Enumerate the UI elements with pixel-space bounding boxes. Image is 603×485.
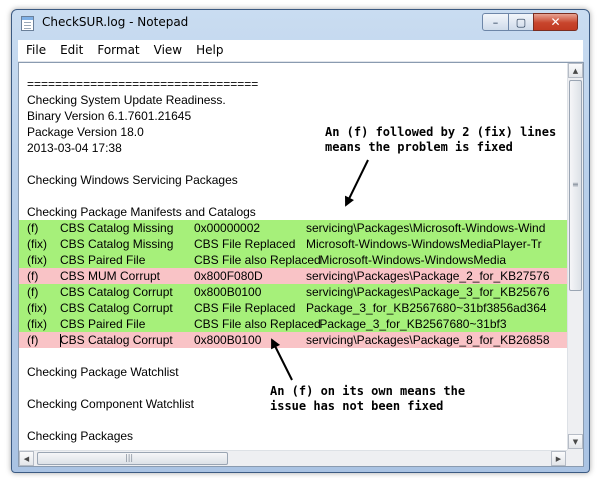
text-line <box>19 188 567 204</box>
row-code: CBS File Replaced <box>194 237 296 251</box>
line-text: 2013-03-04 17:38 <box>27 141 122 155</box>
size-grip[interactable] <box>567 450 583 466</box>
scroll-left-button[interactable]: ◀ <box>19 451 34 466</box>
line-text: Checking Package Manifests and Catalogs <box>27 205 256 219</box>
close-button[interactable]: ✕ <box>533 13 578 31</box>
menu-edit[interactable]: Edit <box>53 40 90 61</box>
line-text: Checking System Update Readiness. <box>27 93 226 107</box>
row-name: CBS Catalog Missing <box>60 237 174 251</box>
row-tag: (fix) <box>27 317 47 331</box>
horizontal-grip-icon: ||| <box>125 453 134 462</box>
menu-help[interactable]: Help <box>189 40 230 61</box>
row-path: servicing\Packages\Package_2_for_KB27576 <box>306 269 550 283</box>
text-line <box>19 412 567 428</box>
row-path: servicing\Packages\Package_3_for_KB25676 <box>306 285 550 299</box>
row-tag: (fix) <box>27 237 47 251</box>
maximize-button[interactable]: ▢ <box>508 13 534 31</box>
text-line: Checking Package Manifests and Catalogs <box>19 204 567 220</box>
row-code: CBS File also Replaced <box>194 317 321 331</box>
scroll-right-button[interactable]: ▶ <box>551 451 566 466</box>
scroll-up-button[interactable]: ▲ <box>568 63 583 78</box>
text-line: ================================= <box>19 76 567 92</box>
row-tag: (f) <box>27 285 39 299</box>
line-text: Package Version 18.0 <box>27 125 144 139</box>
line-text: Checking Packages <box>27 429 134 443</box>
line-text: Checking Package Watchlist <box>27 365 179 379</box>
text-line: Checking Packages <box>19 428 567 444</box>
minimize-button[interactable]: – <box>482 13 509 31</box>
row-path: Package_3_for_KB2567680~31bf3856ad364 <box>306 301 547 315</box>
text-line: Binary Version 6.1.7601.21645 <box>19 108 567 124</box>
row-path: Microsoft-Windows-WindowsMediaPlayer-Tr <box>306 237 542 251</box>
log-row: (f) CBS Catalog Corrupt 0x800B0100 servicin… <box>19 284 567 300</box>
row-name: CBS Catalog Corrupt <box>60 301 173 315</box>
scroll-down-button[interactable]: ▼ <box>568 434 583 449</box>
row-name: CBS Paired File <box>60 317 146 331</box>
menu-file[interactable]: File <box>18 40 53 61</box>
text-line <box>19 156 567 172</box>
title-bar[interactable]: CheckSUR.log - Notepad – ▢ ✕ <box>12 10 589 36</box>
row-code: 0x00000002 <box>194 221 261 235</box>
row-name: CBS MUM Corrupt <box>60 269 161 283</box>
row-tag: (f) <box>27 269 39 283</box>
log-row: (fix) CBS Paired File CBS File also Replac… <box>19 316 567 332</box>
text-caret <box>60 334 61 347</box>
row-tag: (f) <box>27 221 39 235</box>
vertical-grip-icon: ≡ <box>572 180 579 189</box>
log-row: (f) CBS Catalog Missing 0x00000002 servicin… <box>19 220 567 236</box>
row-code: 0x800B0100 <box>194 285 262 299</box>
log-row: (f) CBS MUM Corrupt 0x800F080D servicing\Pa… <box>19 268 567 284</box>
menu-view[interactable]: View <box>147 40 189 61</box>
annotation-fixed: An (f) followed by 2 (fix) lines means t… <box>325 125 557 154</box>
text-line <box>19 348 567 364</box>
row-code: CBS File also Replaced <box>194 253 321 267</box>
row-path: servicing\Packages\Package_8_for_KB26858 <box>306 333 550 347</box>
text-line: Checking System Update Readiness. <box>19 92 567 108</box>
row-tag: (fix) <box>27 301 47 315</box>
window-title: CheckSUR.log - Notepad <box>42 15 189 29</box>
menu-format[interactable]: Format <box>90 40 146 61</box>
notepad-icon <box>21 16 34 31</box>
horizontal-scroll-thumb[interactable]: ||| <box>37 452 228 465</box>
row-name: CBS Catalog Corrupt <box>60 285 173 299</box>
row-path: servicing\Packages\Microsoft-Windows-Win… <box>306 221 546 235</box>
vertical-scroll-thumb[interactable]: ≡ <box>569 80 582 291</box>
row-path: Package_3_for_KB2567680~31bf3 <box>306 317 507 331</box>
row-code: 0x800F080D <box>194 269 263 283</box>
horizontal-scrollbar[interactable]: ◀ ||| ▶ <box>19 450 567 466</box>
menu-bar: File Edit Format View Help <box>18 40 583 62</box>
text-line: Checking Windows Servicing Packages <box>19 172 567 188</box>
log-row: (fix) CBS Paired File CBS File also Replac… <box>19 252 567 268</box>
line-text: Binary Version 6.1.7601.21645 <box>27 109 192 123</box>
row-name: CBS Paired File <box>60 253 146 267</box>
line-text: ================================= <box>27 77 259 91</box>
row-name: CBS Catalog Missing <box>60 221 174 235</box>
row-path: Microsoft-Windows-WindowsMedia <box>306 253 507 267</box>
log-row: (f) CBS Catalog Corrupt 0x800B0100 servicin… <box>19 332 567 348</box>
log-row: (fix) CBS Catalog Corrupt CBS File Replace… <box>19 300 567 316</box>
row-code: CBS File Replaced <box>194 301 296 315</box>
annotation-not-fixed: An (f) on its own means the issue has no… <box>270 384 466 413</box>
text-line: Checking Package Watchlist <box>19 364 567 380</box>
row-tag: (f) <box>27 333 39 347</box>
row-tag: (fix) <box>27 253 47 267</box>
line-text: Checking Component Watchlist <box>27 397 194 411</box>
row-name: CBS Catalog Corrupt <box>60 333 173 347</box>
line-text: Checking Windows Servicing Packages <box>27 173 238 187</box>
row-code: 0x800B0100 <box>194 333 262 347</box>
log-row: (fix) CBS Catalog Missing CBS File Replace… <box>19 236 567 252</box>
vertical-scrollbar[interactable]: ▲ ≡ ▼ <box>567 63 583 450</box>
